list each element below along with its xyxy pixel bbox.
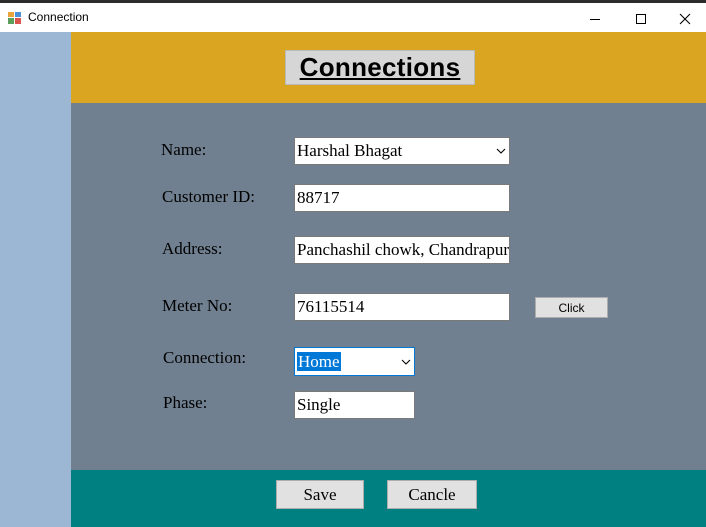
chevron-down-icon[interactable] xyxy=(493,138,509,164)
address-label: Address: xyxy=(162,239,223,258)
connection-combobox[interactable]: Home xyxy=(294,347,415,376)
minimize-button[interactable] xyxy=(572,6,618,32)
connection-window: Connection Connections Name: Harshal Bha… xyxy=(0,0,706,527)
page-title: Connections xyxy=(285,50,475,85)
phase-field[interactable]: Single xyxy=(294,391,415,419)
minimize-icon xyxy=(589,13,601,25)
connection-value: Home xyxy=(297,351,341,371)
cancel-button[interactable]: Cancle xyxy=(387,480,477,509)
customer-id-label: Customer ID: xyxy=(162,187,256,206)
left-side-panel xyxy=(0,32,71,527)
address-field[interactable]: Panchashil chowk, Chandrapur xyxy=(294,236,510,264)
maximize-button[interactable] xyxy=(618,6,664,32)
name-label: Name: xyxy=(161,140,207,159)
save-button[interactable]: Save xyxy=(276,480,364,509)
close-button[interactable] xyxy=(662,6,706,32)
app-icon xyxy=(8,11,21,24)
click-button[interactable]: Click xyxy=(535,297,608,318)
phase-label: Phase: xyxy=(163,393,208,412)
name-value: Harshal Bhagat xyxy=(297,141,403,160)
chevron-down-icon[interactable] xyxy=(398,348,414,375)
meter-no-field[interactable]: 76115514 xyxy=(294,293,510,321)
meter-no-label: Meter No: xyxy=(162,296,233,315)
window-title: Connection xyxy=(28,10,89,24)
maximize-icon xyxy=(635,13,647,25)
title-bar[interactable]: Connection xyxy=(0,3,706,32)
customer-id-field[interactable]: 88717 xyxy=(294,184,510,212)
connection-label: Connection: xyxy=(163,348,247,367)
name-combobox[interactable]: Harshal Bhagat xyxy=(294,137,510,165)
close-icon xyxy=(679,13,691,25)
